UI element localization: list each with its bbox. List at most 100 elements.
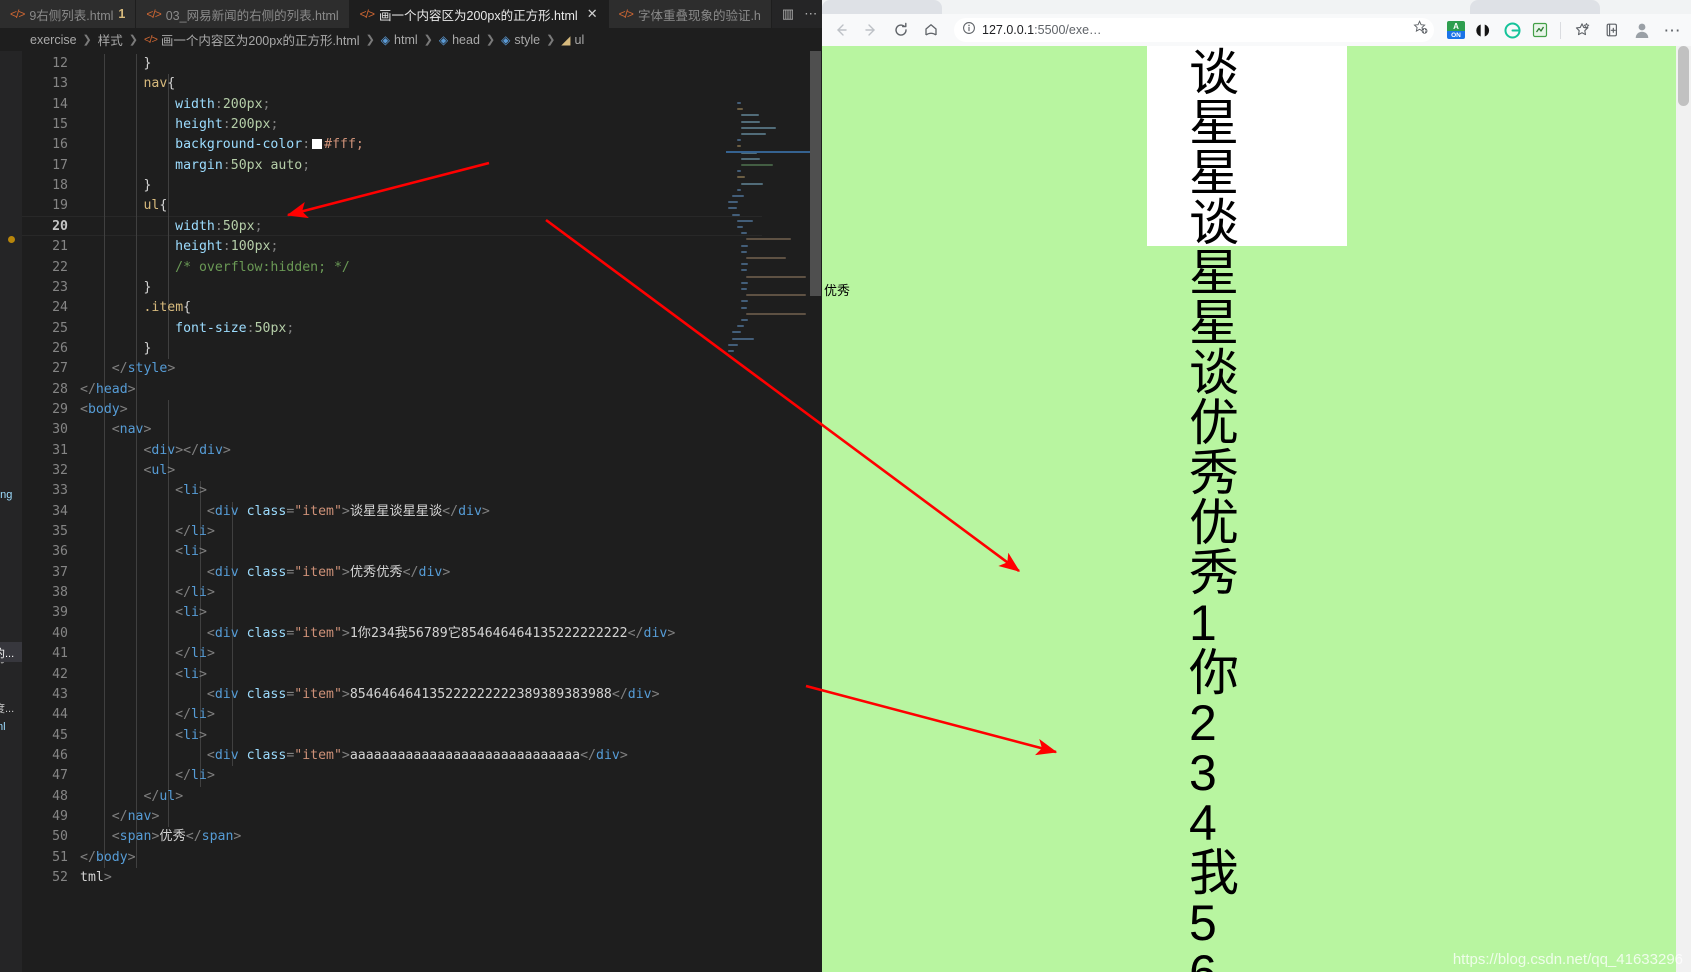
favorites-icon[interactable] xyxy=(1569,17,1595,43)
code-line[interactable]: </body> xyxy=(80,848,136,868)
symbol-element-icon: ◈ xyxy=(380,32,391,47)
settings-more-icon[interactable]: ⋯ xyxy=(1659,17,1685,43)
page-viewport[interactable]: 谈星星谈星星谈优秀优秀1你234我56789它85464646413522222… xyxy=(822,46,1691,972)
explorer-item-1[interactable]: ong xyxy=(0,489,12,501)
code-line[interactable]: width:200px; xyxy=(175,95,270,115)
minimap-line xyxy=(728,343,739,346)
code-line[interactable]: </li> xyxy=(175,522,215,542)
code-line[interactable]: <div class="item">谈星星谈星星谈</div> xyxy=(207,502,490,522)
breadcrumb-item-3[interactable]: html xyxy=(394,33,418,47)
adblock-extension-icon[interactable]: A ON xyxy=(1444,18,1468,42)
editor-tab-label: 画一个内容区为200px的正方形.html xyxy=(379,8,578,23)
code-line[interactable]: <li> xyxy=(175,726,207,746)
code-line[interactable]: margin:50px auto; xyxy=(175,156,310,176)
code-line[interactable]: </head> xyxy=(80,380,136,400)
code-editor[interactable]: 12} 13 nav{14 width:200px; 15 height:200px; 16… xyxy=(22,51,822,972)
code-line[interactable]: } xyxy=(143,54,151,74)
code-line[interactable]: <ul> xyxy=(143,461,175,481)
minimap-line xyxy=(728,350,734,352)
editor-scrollbar[interactable] xyxy=(808,51,822,972)
reload-button[interactable] xyxy=(888,17,914,43)
browser-tab-2[interactable] xyxy=(1470,0,1600,14)
home-button[interactable] xyxy=(918,17,944,43)
editor-tab-3[interactable]: </> 字体重叠现象的验证.h xyxy=(608,0,772,28)
breadcrumb-item-2[interactable]: 画一个内容区为200px的正方形.html xyxy=(161,30,360,49)
code-line[interactable]: <li> xyxy=(175,603,207,623)
editor-scrollbar-thumb[interactable] xyxy=(810,51,821,296)
code-line[interactable]: height:100px; xyxy=(175,237,278,257)
back-button[interactable] xyxy=(828,17,854,43)
editor-tab-2[interactable]: </> 画一个内容区为200px的正方形.html ✕ xyxy=(349,0,609,28)
code-line[interactable]: </ul> xyxy=(143,787,183,807)
dark-reader-extension-icon[interactable] xyxy=(1472,18,1496,42)
code-line[interactable]: height:200px; xyxy=(175,115,278,135)
code-line[interactable]: <li> xyxy=(175,542,207,562)
minimap-line xyxy=(745,275,806,278)
breadcrumb-item-5[interactable]: style xyxy=(514,33,540,47)
editor-tab-close-icon[interactable]: ✕ xyxy=(587,6,598,22)
code-line[interactable]: .item{ xyxy=(143,298,191,318)
explorer-item-4[interactable]: ml xyxy=(0,721,6,733)
breadcrumb-item-0[interactable]: exercise xyxy=(30,33,77,47)
page-scrollbar-thumb[interactable] xyxy=(1678,46,1689,106)
code-line[interactable]: } xyxy=(143,176,151,196)
breadcrumb-item-6[interactable]: ul xyxy=(575,33,585,47)
code-line[interactable]: nav{ xyxy=(143,74,175,94)
code-line[interactable]: </li> xyxy=(175,583,215,603)
explorer-selected-label[interactable]: 约... xyxy=(0,645,14,661)
code-line[interactable]: ul{ xyxy=(143,196,167,216)
code-line[interactable]: </style> xyxy=(112,359,176,379)
minimap-line xyxy=(741,306,747,309)
breadcrumb[interactable]: exercise ❯ 样式 ❯ </> 画一个内容区为200px的正方形.html ❯ ◈ ht… xyxy=(0,28,822,51)
code-line[interactable]: background-color: #fff; xyxy=(175,135,364,155)
explorer-sidebar-sliver[interactable]: gong约...度...ml1约... xyxy=(0,0,22,972)
profile-avatar[interactable] xyxy=(1629,17,1655,43)
split-editor-icon[interactable]: ▥ xyxy=(782,6,794,22)
code-line[interactable]: font-size:50px; xyxy=(175,319,294,339)
collections-icon[interactable] xyxy=(1599,17,1625,43)
browser-tab-1[interactable] xyxy=(822,0,942,14)
code-line[interactable]: } xyxy=(143,339,151,359)
grammarly-extension-icon[interactable] xyxy=(1500,18,1524,42)
editor-tab-1[interactable]: </> 03_网易新闻的右侧的列表.html xyxy=(136,0,350,28)
breadcrumb-separator: ❯ xyxy=(423,34,433,46)
code-line[interactable]: width:50px; xyxy=(175,217,262,237)
site-info-icon[interactable] xyxy=(962,21,976,40)
more-actions-icon[interactable]: ⋯ xyxy=(804,6,817,22)
adblock-on-badge: ON xyxy=(1447,31,1465,39)
code-line[interactable]: <body> xyxy=(80,400,128,420)
editor-tab-0[interactable]: </> 9右侧列表.html 1 xyxy=(0,0,137,28)
breadcrumb-item-4[interactable]: head xyxy=(452,33,480,47)
line-number: 29 xyxy=(52,401,68,417)
forward-button[interactable] xyxy=(858,17,884,43)
tabbar-actions[interactable]: ▥ ⋯ xyxy=(772,0,822,28)
code-line[interactable]: <li> xyxy=(175,481,207,501)
code-line[interactable]: </li> xyxy=(175,705,215,725)
line-number: 46 xyxy=(52,747,68,763)
code-line[interactable]: <div class="item">1你234我56789它8546464641… xyxy=(207,624,675,644)
code-line[interactable]: </li> xyxy=(175,644,215,664)
code-line[interactable]: <nav> xyxy=(112,420,152,440)
editor-minimap[interactable] xyxy=(726,102,812,392)
green-note-extension-icon[interactable] xyxy=(1528,18,1552,42)
explorer-item-3[interactable]: 度... xyxy=(0,700,14,716)
code-line[interactable]: </nav> xyxy=(112,807,160,827)
code-line[interactable]: <div class="item">8546464641352222222223… xyxy=(207,685,660,705)
address-bar-text[interactable]: 127.0.0.1:5500/exe… xyxy=(982,23,1102,37)
code-line[interactable]: <li> xyxy=(175,665,207,685)
code-line[interactable]: tml> xyxy=(80,868,112,888)
code-line[interactable]: <span>优秀</span> xyxy=(112,827,242,847)
star-add-icon[interactable] xyxy=(1413,20,1428,40)
code-line[interactable]: <div class="item">优秀优秀</div> xyxy=(207,563,450,583)
page-scrollbar[interactable] xyxy=(1676,46,1691,972)
code-line[interactable]: <div class="item">aaaaaaaaaaaaaaaaaaaaaa… xyxy=(207,746,628,766)
minimap-current-line xyxy=(726,150,812,153)
breadcrumb-item-1[interactable]: 样式 xyxy=(98,30,123,49)
browser-tab-strip[interactable] xyxy=(822,0,1691,14)
code-line[interactable]: } xyxy=(143,278,151,298)
code-line[interactable]: /* overflow:hidden; */ xyxy=(175,258,350,278)
code-line[interactable]: <div></div> xyxy=(143,441,230,461)
address-bar[interactable]: 127.0.0.1:5500/exe… xyxy=(954,18,1434,42)
minimap-line xyxy=(728,207,737,210)
code-line[interactable]: </li> xyxy=(175,766,215,786)
